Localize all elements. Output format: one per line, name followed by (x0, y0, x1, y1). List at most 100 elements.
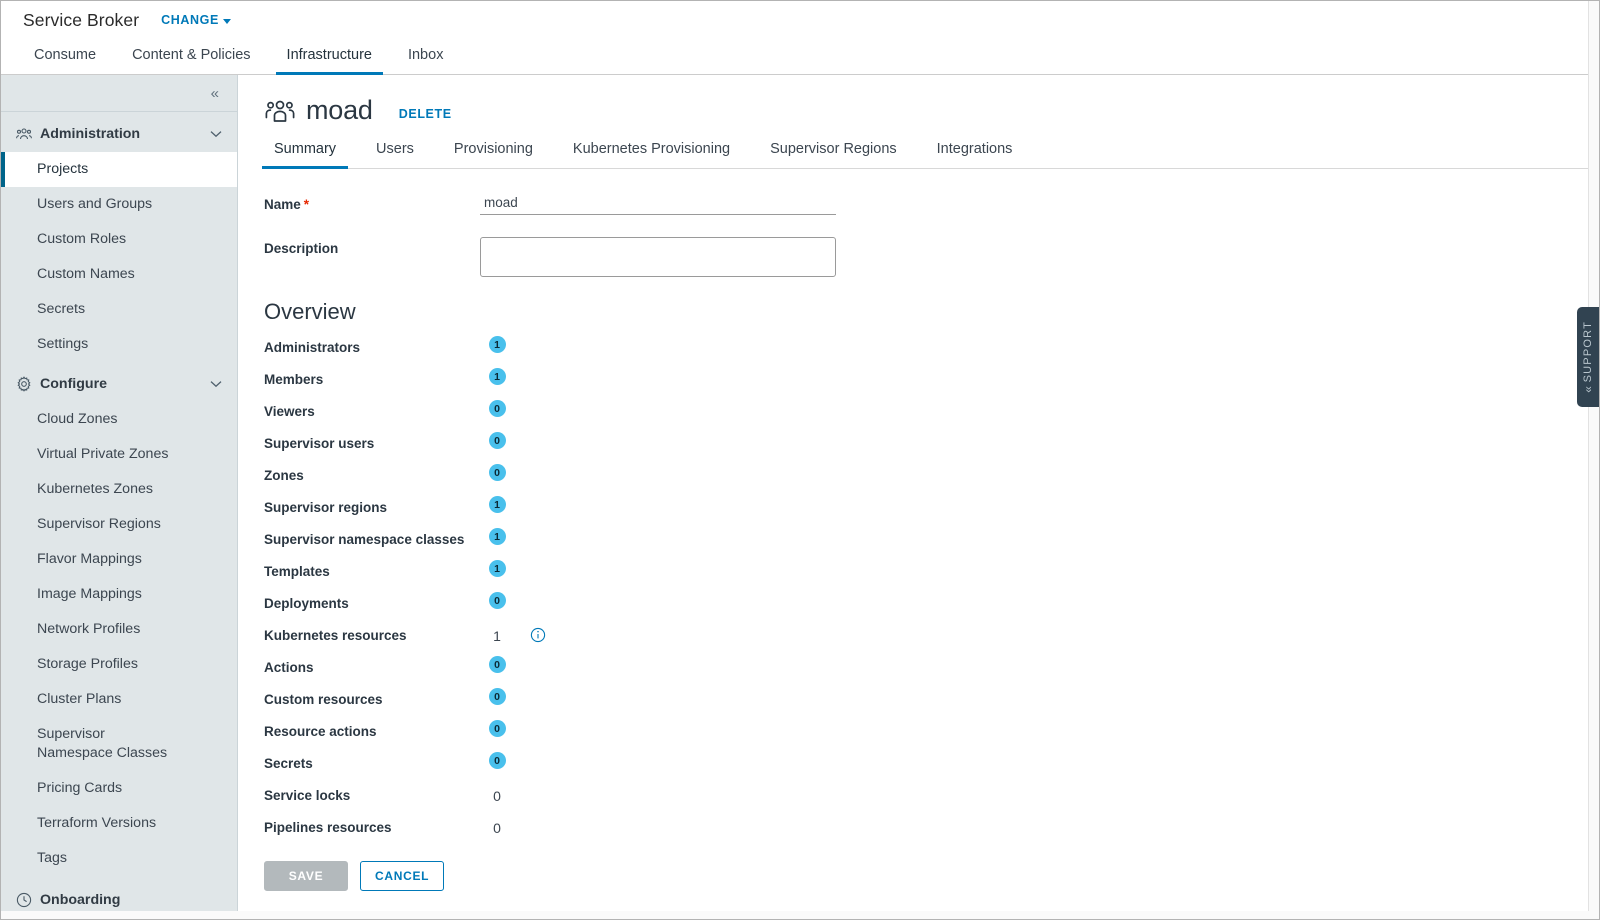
status-badge: 0 (488, 656, 506, 673)
info-circle-icon[interactable] (530, 627, 546, 643)
overview-row: Supervisor users 0 (264, 431, 1599, 463)
overview-row: Deployments 0 (264, 591, 1599, 623)
overview-count: 0 (493, 788, 501, 804)
nav-item-consume[interactable]: Consume (23, 47, 107, 75)
sidebar-item-settings[interactable]: Settings (1, 327, 237, 362)
overview-count: 0 (493, 820, 501, 836)
overview-row: Service locks 0 (264, 783, 1599, 815)
sidebar-item-secrets[interactable]: Secrets (1, 292, 237, 327)
sidebar-item-network-profiles[interactable]: Network Profiles (1, 612, 237, 647)
sidebar-item-custom-names[interactable]: Custom Names (1, 257, 237, 292)
tab-supervisor-regions[interactable]: Supervisor Regions (758, 141, 909, 169)
overview-row: Supervisor namespace classes 1 (264, 527, 1599, 559)
status-badge: 0 (488, 400, 506, 417)
sidebar-group-label: Configure (40, 376, 107, 392)
name-row: Name * (264, 193, 1599, 215)
sidebar-group-label: Administration (40, 126, 141, 142)
sidebar-group-label: Onboarding (40, 892, 121, 908)
change-service-button[interactable]: CHANGE (161, 13, 231, 27)
overview-value: 1 (480, 367, 514, 385)
sidebar-item-cluster-plans[interactable]: Cluster Plans (1, 682, 237, 717)
name-input[interactable] (480, 193, 836, 215)
overview-value: 0 (480, 815, 514, 841)
sidebar-item-supervisor-regions[interactable]: Supervisor Regions (1, 507, 237, 542)
overview-value: 0 (480, 655, 514, 673)
overview-row-kubernetes-resources: Kubernetes resources 1 (264, 623, 1599, 655)
gear-icon (15, 376, 32, 393)
sidebar-group-administration[interactable]: Administration (1, 116, 237, 152)
status-badge: 1 (488, 496, 506, 513)
overview-row: Viewers 0 (264, 399, 1599, 431)
overview-value: 1 (480, 527, 514, 545)
overview-label: Custom resources (264, 692, 383, 707)
right-rail (1588, 1, 1599, 919)
page-title: moad (306, 95, 373, 125)
app-window: Service Broker CHANGE Consume Content & … (0, 0, 1600, 920)
delete-button[interactable]: DELETE (399, 107, 452, 121)
sidebar-item-kubernetes-zones[interactable]: Kubernetes Zones (1, 472, 237, 507)
overview-label: Viewers (264, 404, 315, 419)
sidebar-item-image-mappings[interactable]: Image Mappings (1, 577, 237, 612)
sidebar-item-cloud-zones[interactable]: Cloud Zones (1, 402, 237, 437)
nav-item-infrastructure[interactable]: Infrastructure (275, 47, 383, 75)
sidebar-item-terraform-versions[interactable]: Terraform Versions (1, 806, 237, 841)
tab-users[interactable]: Users (364, 141, 426, 169)
overview-count: 1 (493, 628, 501, 644)
nav-item-inbox[interactable]: Inbox (397, 47, 454, 75)
sidebar-item-flavor-mappings[interactable]: Flavor Mappings (1, 542, 237, 577)
tab-kubernetes-provisioning[interactable]: Kubernetes Provisioning (561, 141, 742, 169)
overview-value: 1 (480, 559, 514, 577)
overview-value: 1 (480, 623, 514, 649)
sidebar-item-users-and-groups[interactable]: Users and Groups (1, 187, 237, 222)
cancel-button[interactable]: CANCEL (360, 861, 445, 891)
status-badge: 1 (488, 368, 506, 385)
support-tab-button[interactable]: SUPPORT « (1577, 307, 1599, 407)
status-badge: 0 (488, 720, 506, 737)
overview-row: Secrets 0 (264, 751, 1599, 783)
overview-value: 0 (480, 783, 514, 809)
users-group-icon (264, 96, 296, 126)
double-chevron-left-icon[interactable]: « (211, 86, 219, 101)
clock-icon (15, 892, 32, 909)
description-input[interactable] (480, 237, 836, 277)
form-actions: SAVE CANCEL (238, 847, 1599, 891)
sidebar-item-projects[interactable]: Projects (1, 152, 237, 187)
description-row: Description (264, 237, 1599, 277)
overview-value: 0 (480, 431, 514, 449)
overview-list: Administrators 1 Members 1 Viewers 0 Sup… (238, 335, 1599, 847)
status-badge: 0 (488, 752, 506, 769)
body: « Administration Projects Users and Grou… (1, 75, 1599, 919)
chevron-down-icon[interactable] (209, 380, 223, 388)
nav-item-content-policies[interactable]: Content & Policies (121, 47, 261, 75)
sidebar-item-tags[interactable]: Tags (1, 841, 237, 876)
sidebar-item-pricing-cards[interactable]: Pricing Cards (1, 771, 237, 806)
chevron-down-icon (222, 18, 231, 24)
overview-heading: Overview (264, 299, 356, 324)
overview-label: Resource actions (264, 724, 377, 739)
overview-label: Members (264, 372, 324, 387)
overview-label: Actions (264, 660, 314, 675)
save-button[interactable]: SAVE (264, 861, 348, 891)
sidebar-item-custom-roles[interactable]: Custom Roles (1, 222, 237, 257)
sidebar-item-storage-profiles[interactable]: Storage Profiles (1, 647, 237, 682)
overview-row: Custom resources 0 (264, 687, 1599, 719)
sidebar-item-supervisor-namespace-classes[interactable]: Supervisor Namespace Classes (1, 717, 237, 771)
overview-row: Members 1 (264, 367, 1599, 399)
overview-label: Pipelines resources (264, 820, 392, 835)
overview-row: Actions 0 (264, 655, 1599, 687)
status-badge: 1 (488, 560, 506, 577)
product-title: Service Broker (23, 9, 140, 30)
status-badge: 0 (488, 464, 506, 481)
overview-row: Administrators 1 (264, 335, 1599, 367)
sidebar-item-virtual-private-zones[interactable]: Virtual Private Zones (1, 437, 237, 472)
tab-provisioning[interactable]: Provisioning (442, 141, 545, 169)
sidebar-collapse-row: « (1, 75, 237, 112)
status-badge: 0 (488, 432, 506, 449)
overview-value: 0 (480, 719, 514, 737)
chevron-down-icon[interactable] (209, 130, 223, 138)
tab-integrations[interactable]: Integrations (925, 141, 1025, 169)
overview-label: Secrets (264, 756, 313, 771)
sidebar-group-configure[interactable]: Configure (1, 366, 237, 402)
status-badge: 1 (488, 528, 506, 545)
tab-summary[interactable]: Summary (262, 141, 349, 169)
